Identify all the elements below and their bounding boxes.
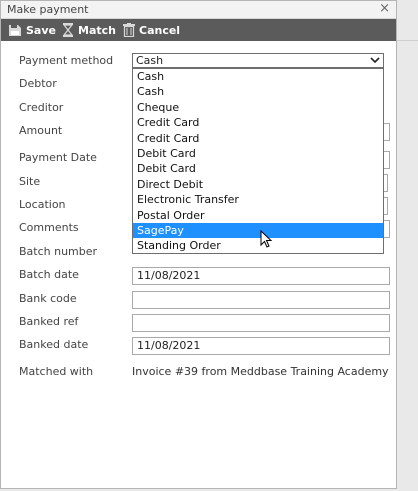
batch-date-label: Batch date xyxy=(19,268,79,281)
match-button-label: Match xyxy=(78,23,116,37)
dropdown-option[interactable]: Standing Order xyxy=(133,238,383,253)
save-button-label: Save xyxy=(26,23,56,37)
dialog-title: Make payment xyxy=(7,3,89,16)
banked-date-field[interactable]: 11/08/2021 xyxy=(132,337,390,355)
banked-ref-field[interactable] xyxy=(132,314,390,332)
match-button[interactable]: Match xyxy=(62,22,116,38)
matched-with-label: Matched with xyxy=(19,365,94,378)
make-payment-dialog: Make payment × Save Match Cancel Payment… xyxy=(0,0,397,489)
dropdown-option[interactable]: Debit Card xyxy=(133,146,383,161)
trash-icon xyxy=(123,23,135,37)
mouse-pointer-icon xyxy=(260,230,273,248)
banked-ref-label: Banked ref xyxy=(19,315,79,328)
dropdown-option[interactable]: Cash xyxy=(133,69,383,84)
dropdown-option[interactable]: Cheque xyxy=(133,100,383,115)
debtor-label: Debtor xyxy=(19,77,57,90)
amount-label: Amount xyxy=(19,124,63,137)
bank-code-label: Bank code xyxy=(19,292,77,305)
cancel-button[interactable]: Cancel xyxy=(123,22,180,38)
dropdown-option-highlighted[interactable]: SagePay xyxy=(133,222,383,239)
chevron-down-icon xyxy=(370,57,380,64)
payment-method-value: Cash xyxy=(136,54,164,67)
site-label: Site xyxy=(19,175,41,188)
matched-with-value: Invoice #39 from Meddbase Training Acade… xyxy=(132,365,389,378)
close-icon[interactable]: × xyxy=(379,1,390,16)
dialog-titlebar: Make payment × xyxy=(1,1,396,19)
banked-date-label: Banked date xyxy=(19,338,89,351)
dropdown-option[interactable]: Cash xyxy=(133,84,383,99)
dropdown-option[interactable]: Debit Card xyxy=(133,161,383,176)
comments-label: Comments xyxy=(19,221,79,234)
background-divider xyxy=(397,40,418,41)
dropdown-option[interactable]: Electronic Transfer xyxy=(133,192,383,207)
toolbar: Save Match Cancel xyxy=(1,19,396,41)
payment-method-dropdown: Cash Cash Cheque Credit Card Credit Card… xyxy=(132,68,384,254)
creditor-label: Creditor xyxy=(19,101,64,114)
dropdown-option[interactable]: Direct Debit xyxy=(133,177,383,192)
cancel-button-label: Cancel xyxy=(139,23,181,37)
dropdown-option[interactable]: Postal Order xyxy=(133,208,383,223)
floppy-disk-icon xyxy=(9,24,21,36)
bank-code-field[interactable] xyxy=(132,291,390,309)
hourglass-icon xyxy=(62,23,74,37)
batch-date-field[interactable]: 11/08/2021 xyxy=(132,267,390,285)
dropdown-option[interactable]: Credit Card xyxy=(133,115,383,130)
save-button[interactable]: Save xyxy=(8,22,56,38)
payment-method-select[interactable]: Cash xyxy=(132,53,384,68)
payment-method-label: Payment method xyxy=(19,54,114,67)
location-label: Location xyxy=(19,198,66,211)
dropdown-option[interactable]: Credit Card xyxy=(133,131,383,146)
payment-date-label: Payment Date xyxy=(19,151,97,164)
batch-number-label: Batch number xyxy=(19,245,98,258)
